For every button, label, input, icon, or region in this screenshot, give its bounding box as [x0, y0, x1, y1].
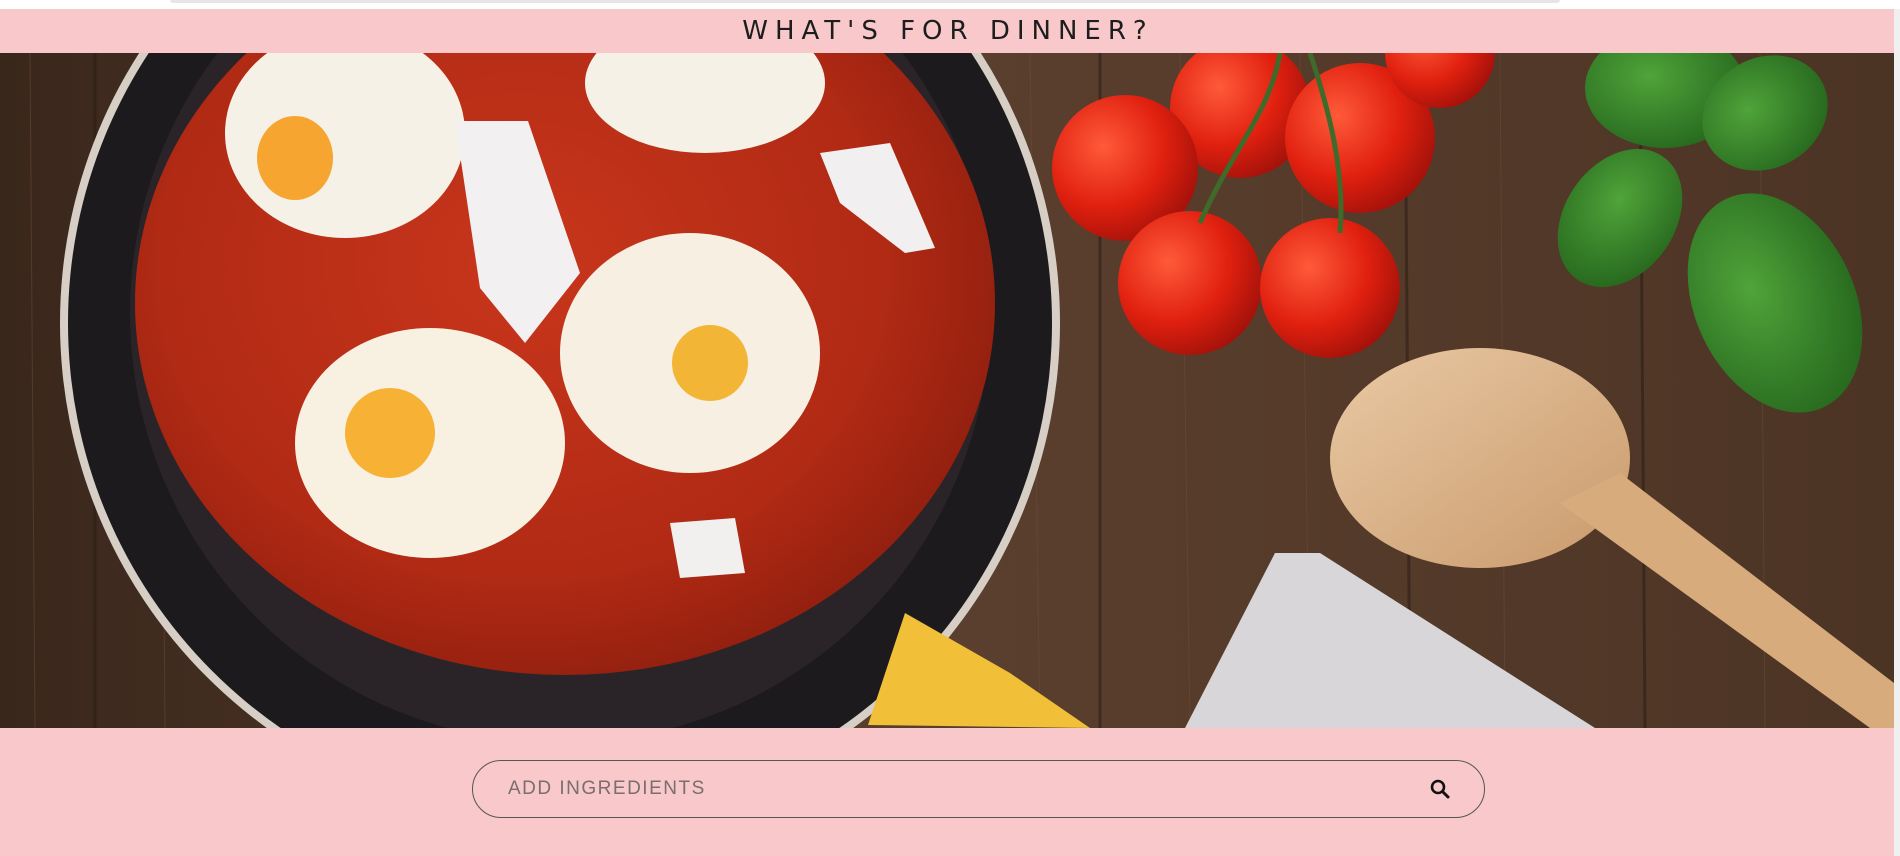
search-bar: [472, 760, 1485, 818]
site-header: WHAT'S FOR DINNER?: [0, 9, 1896, 52]
top-bar: [170, 0, 1560, 3]
browser-top-strip: [0, 0, 1900, 9]
scrollbar[interactable]: [1894, 9, 1900, 856]
search-icon[interactable]: [1428, 777, 1454, 803]
search-section: [0, 728, 1894, 856]
food-illustration: [0, 53, 1894, 728]
page-title: WHAT'S FOR DINNER?: [742, 15, 1154, 46]
hero-image: [0, 53, 1894, 728]
ingredients-search-input[interactable]: [506, 768, 1370, 810]
